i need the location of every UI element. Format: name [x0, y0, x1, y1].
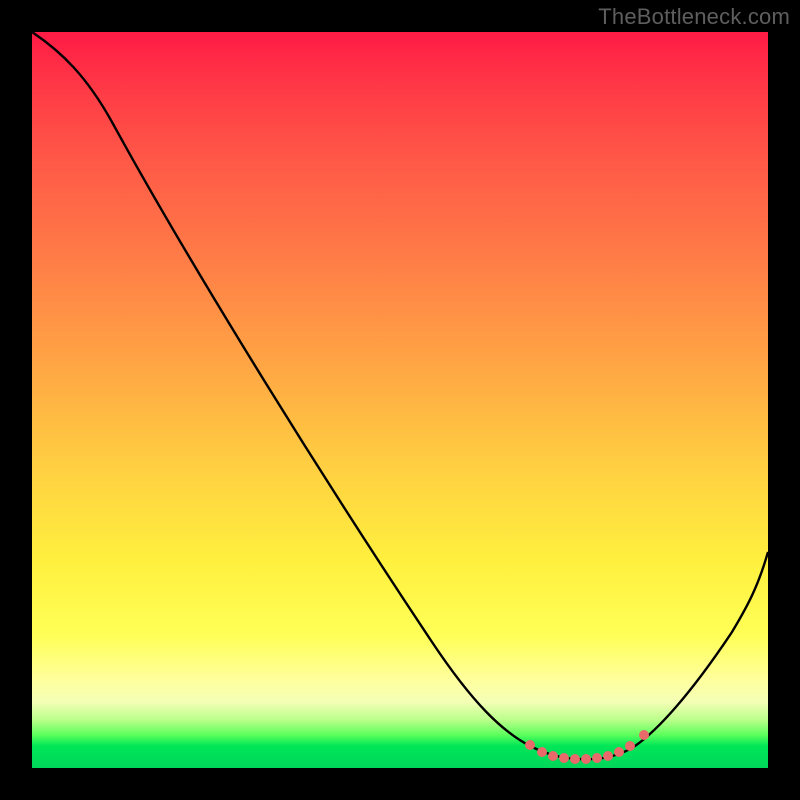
bottleneck-curve: [32, 32, 768, 759]
chart-frame: TheBottleneck.com: [0, 0, 800, 800]
plot-area: [32, 32, 768, 768]
optimal-range-dots: [525, 730, 649, 764]
watermark-text: TheBottleneck.com: [598, 4, 790, 30]
bottleneck-curve-svg: [32, 32, 768, 768]
